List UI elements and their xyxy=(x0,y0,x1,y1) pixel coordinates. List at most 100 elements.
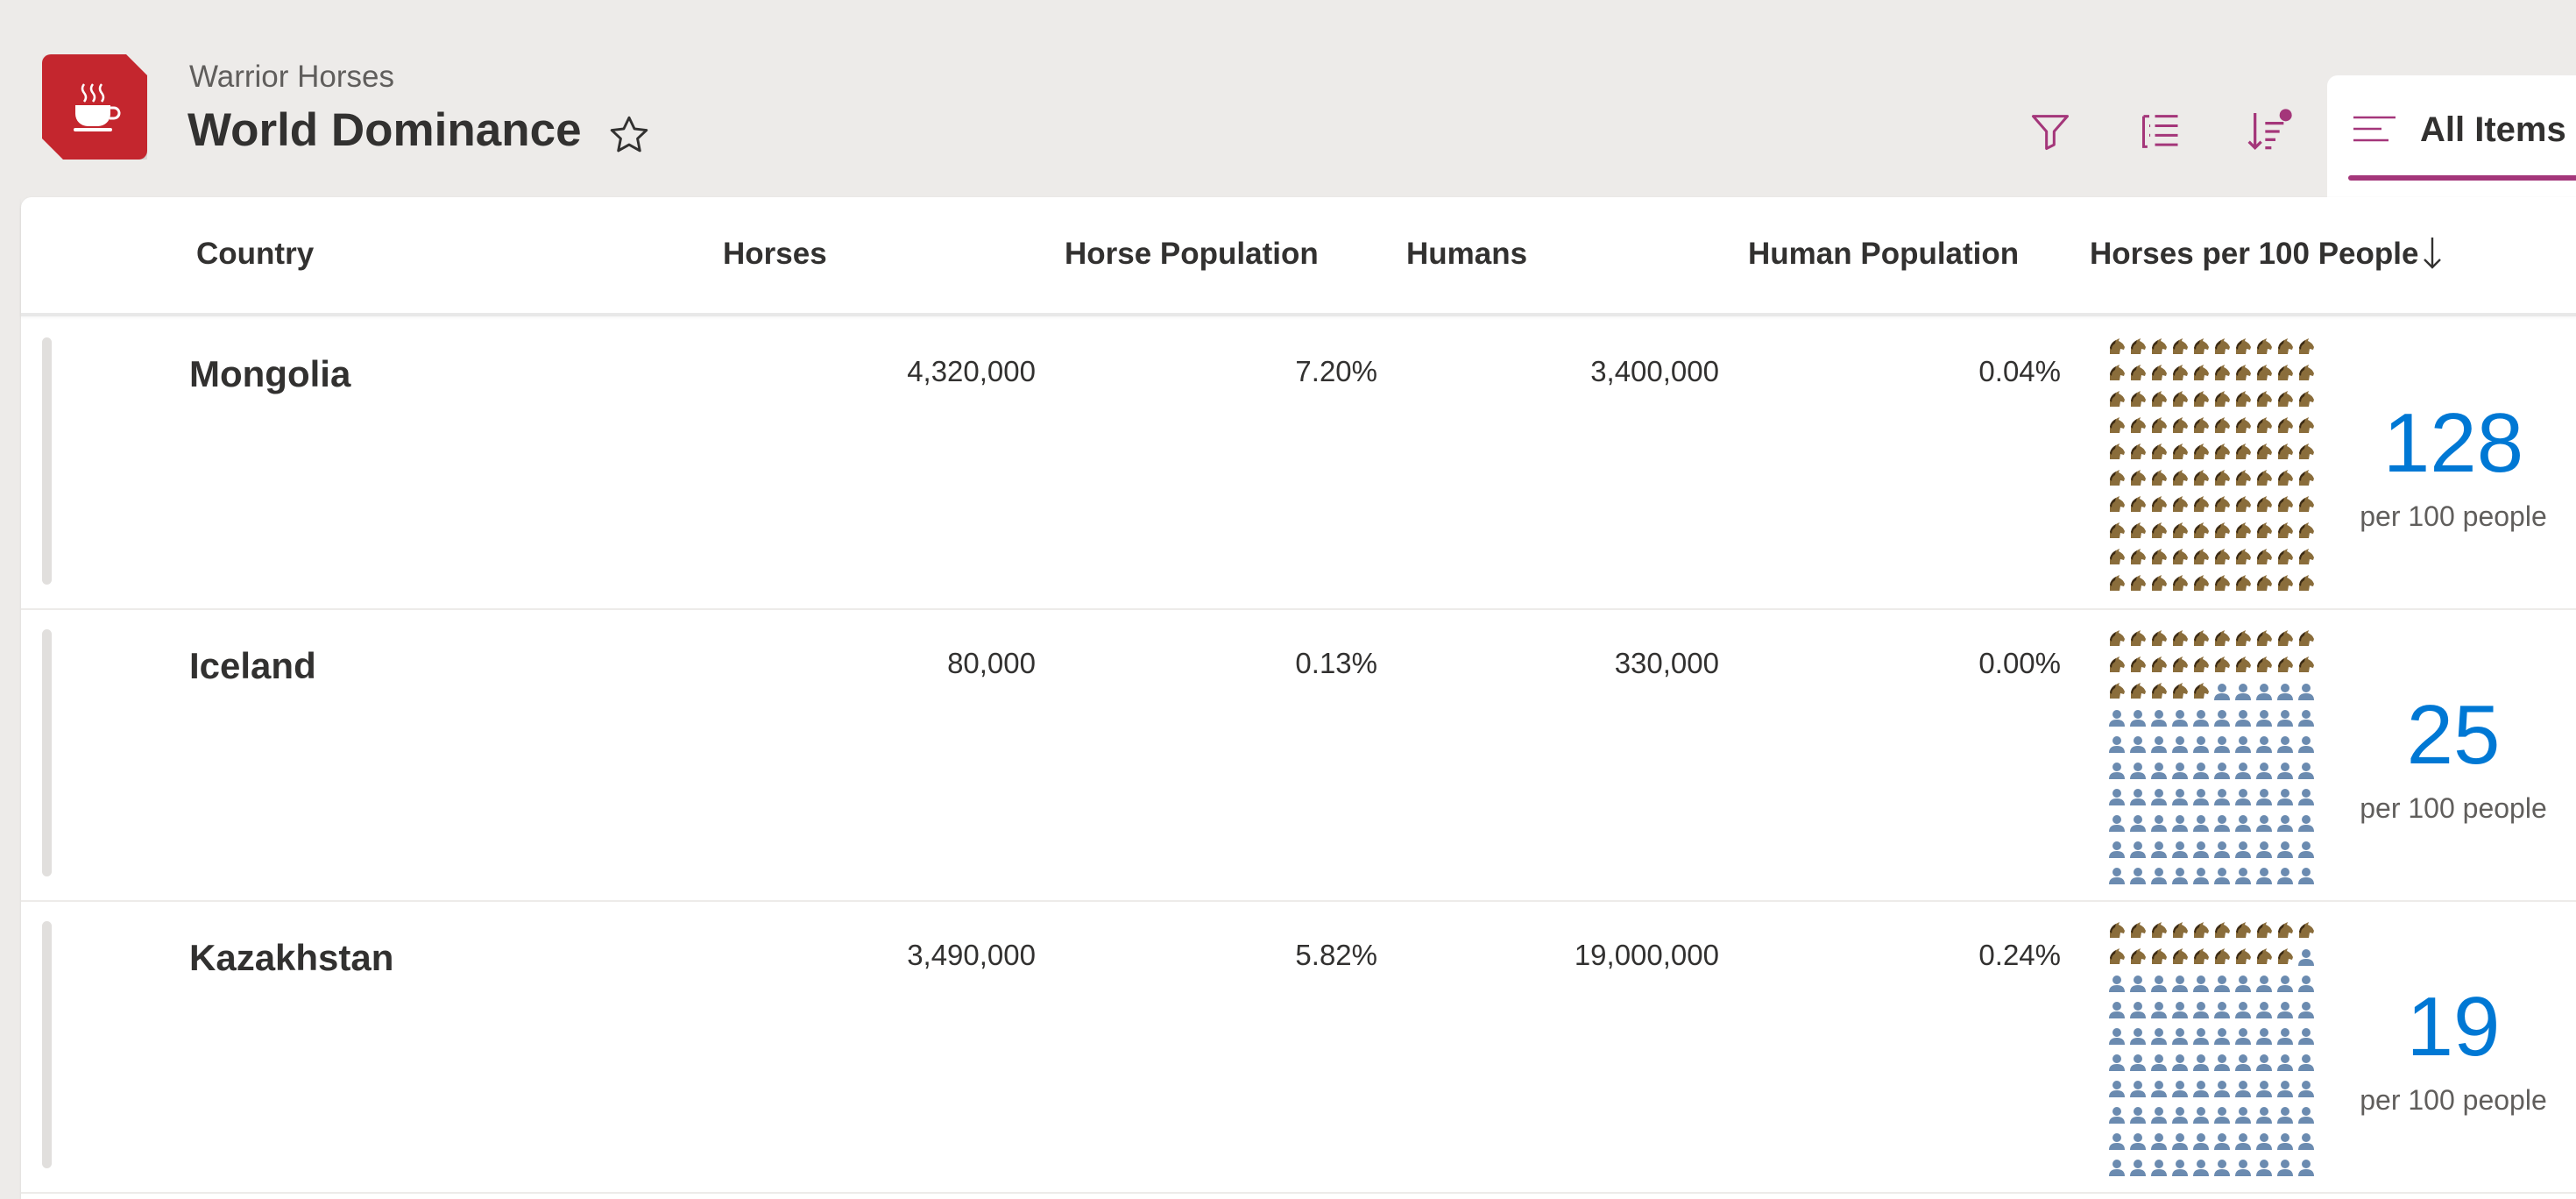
page-title: World Dominance xyxy=(188,104,582,156)
horse-icon xyxy=(2194,922,2209,938)
person-icon xyxy=(2130,1107,2146,1124)
person-icon xyxy=(2151,789,2167,805)
person-icon xyxy=(2256,1028,2272,1045)
horse-icon xyxy=(2215,656,2230,672)
horse-icon xyxy=(2278,338,2293,354)
horse-icon xyxy=(2299,338,2314,354)
person-icon xyxy=(2109,1081,2125,1097)
table-row[interactable]: Kazakhstan 3,490,000 5.82% 19,000,000 0.… xyxy=(21,900,2576,1194)
list-view-icon xyxy=(2353,116,2396,142)
horse-icon xyxy=(2299,549,2314,564)
horse-icon xyxy=(2215,948,2230,964)
horse-icon xyxy=(2110,391,2125,407)
site-name[interactable]: Warrior Horses xyxy=(189,60,394,95)
person-icon xyxy=(2193,1107,2209,1124)
sort-descending-icon xyxy=(2424,238,2441,269)
column-header-horses[interactable]: Horses xyxy=(723,237,827,272)
person-icon xyxy=(2109,1002,2125,1018)
horse-icon xyxy=(2194,338,2209,354)
column-header-human-population[interactable]: Human Population xyxy=(1748,237,2019,272)
person-icon xyxy=(2130,710,2146,727)
person-icon xyxy=(2151,1107,2167,1124)
human-population-cell: 0.24% xyxy=(1978,939,2061,971)
person-icon xyxy=(2214,763,2230,779)
horse-icon xyxy=(2110,922,2125,938)
horse-icon xyxy=(2194,549,2209,564)
person-icon xyxy=(2277,1160,2293,1176)
horse-icon xyxy=(2131,948,2146,964)
horse-icon xyxy=(2173,683,2188,699)
horse-icon xyxy=(2236,338,2251,354)
sort-button[interactable] xyxy=(2243,105,2296,158)
person-icon xyxy=(2193,1133,2209,1150)
horse-icon xyxy=(2194,948,2209,964)
horse-icon xyxy=(2299,417,2314,433)
person-icon xyxy=(2235,1133,2251,1150)
table-row[interactable]: Iceland 80,000 0.13% 330,000 0.00% 25 pe… xyxy=(21,608,2576,902)
horse-icon xyxy=(2215,496,2230,512)
person-icon xyxy=(2109,1160,2125,1176)
person-icon xyxy=(2151,976,2167,992)
person-icon xyxy=(2130,736,2146,753)
humans-cell: 330,000 xyxy=(1614,647,1719,679)
horse-icon xyxy=(2299,365,2314,380)
horse-icon xyxy=(2131,443,2146,459)
horse-icon xyxy=(2131,549,2146,564)
horse-icon xyxy=(2173,417,2188,433)
person-icon xyxy=(2193,763,2209,779)
favorite-button[interactable] xyxy=(605,110,654,160)
horse-icon xyxy=(2257,522,2272,538)
app-header: Warrior Horses World Dominance All Items xyxy=(0,0,2576,198)
person-icon xyxy=(2298,1028,2314,1045)
horse-icon xyxy=(2173,656,2188,672)
person-icon xyxy=(2256,868,2272,884)
person-icon xyxy=(2172,1028,2188,1045)
person-icon xyxy=(2298,949,2314,966)
horse-icon xyxy=(2215,470,2230,486)
horse-icon xyxy=(2257,549,2272,564)
horse-icon xyxy=(2236,948,2251,964)
tab-all-items[interactable]: All Items xyxy=(2327,75,2576,198)
horse-icon xyxy=(2131,496,2146,512)
horse-icon xyxy=(2299,630,2314,646)
horse-icon xyxy=(2194,443,2209,459)
view-name: All Items xyxy=(2420,110,2566,149)
person-icon xyxy=(2256,815,2272,832)
row-selector[interactable] xyxy=(42,629,52,876)
star-icon xyxy=(610,116,648,153)
person-icon xyxy=(2256,736,2272,753)
row-selector[interactable] xyxy=(42,337,52,585)
list-panel: Country Horses Horse Population Humans H… xyxy=(21,197,2576,1199)
person-icon xyxy=(2277,1002,2293,1018)
coffee-cup-icon xyxy=(74,83,121,131)
sort-icon xyxy=(2247,109,2292,150)
horse-icon xyxy=(2257,496,2272,512)
column-header-horses-per-100[interactable]: Horses per 100 People xyxy=(2090,237,2418,272)
horse-icon xyxy=(2278,630,2293,646)
column-header-horse-population[interactable]: Horse Population xyxy=(1065,237,1319,272)
horse-icon xyxy=(2152,338,2167,354)
horse-icon xyxy=(2173,338,2188,354)
person-icon xyxy=(2298,815,2314,832)
group-by-button[interactable] xyxy=(2134,105,2187,158)
horses-cell: 4,320,000 xyxy=(907,355,1036,387)
person-icon xyxy=(2235,1028,2251,1045)
person-icon xyxy=(2277,1107,2293,1124)
column-header-humans[interactable]: Humans xyxy=(1406,237,1527,272)
person-icon xyxy=(2298,710,2314,727)
person-icon xyxy=(2235,736,2251,753)
row-selector[interactable] xyxy=(42,921,52,1168)
horse-icon xyxy=(2152,365,2167,380)
site-logo[interactable] xyxy=(42,54,147,160)
horse-icon xyxy=(2173,549,2188,564)
person-icon xyxy=(2277,976,2293,992)
person-icon xyxy=(2298,976,2314,992)
horse-icon xyxy=(2278,470,2293,486)
filter-button[interactable] xyxy=(2024,105,2077,158)
table-row[interactable]: Mongolia 4,320,000 7.20% 3,400,000 0.04%… xyxy=(21,316,2576,610)
person-icon xyxy=(2256,1002,2272,1018)
horses-cell: 80,000 xyxy=(947,647,1036,679)
person-icon xyxy=(2256,789,2272,805)
column-header-country[interactable]: Country xyxy=(196,237,314,272)
horse-icon xyxy=(2236,365,2251,380)
